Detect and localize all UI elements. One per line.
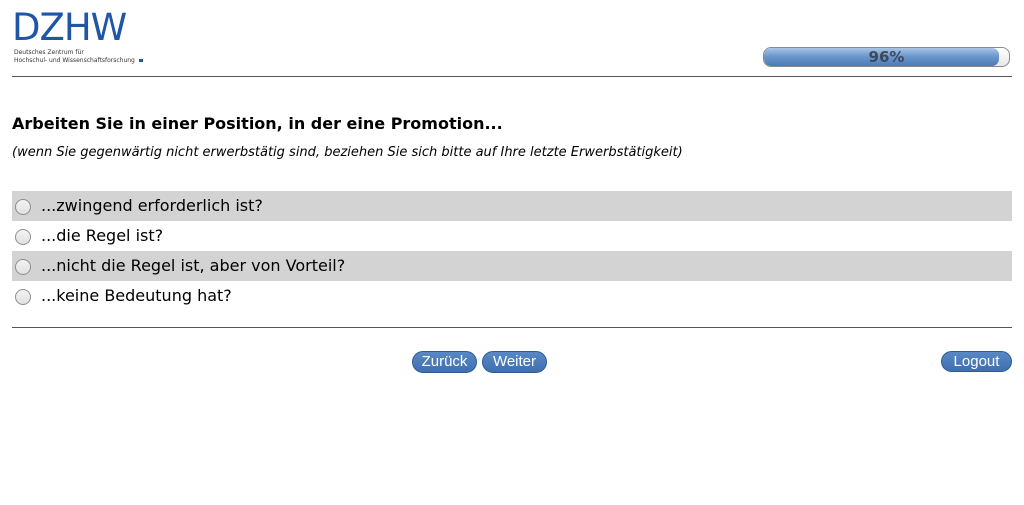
dzhw-logo: DZHW Deutsches Zentrum für Hochschul- un… (12, 8, 152, 70)
logo-subtitle-line2-text: Hochschul- und Wissenschaftsforschung (14, 57, 135, 64)
radio-button[interactable] (15, 259, 31, 275)
radio-button[interactable] (15, 229, 31, 245)
answer-option[interactable]: ...die Regel ist? (12, 221, 1012, 251)
footer-divider (12, 327, 1012, 328)
progress-bar: 96% (763, 47, 1010, 67)
logo-square-icon (138, 59, 143, 62)
answer-option-label[interactable]: ...keine Bedeutung hat? (41, 281, 232, 311)
survey-page: DZHW Deutsches Zentrum für Hochschul- un… (0, 0, 1024, 505)
answer-options: ...zwingend erforderlich ist? ...die Reg… (12, 191, 1012, 311)
logo-subtitle: Deutsches Zentrum für Hochschul- und Wis… (14, 49, 143, 65)
progress-label: 96% (868, 48, 905, 66)
radio-button[interactable] (15, 199, 31, 215)
logo-subtitle-line1: Deutsches Zentrum für (14, 49, 84, 56)
answer-option[interactable]: ...zwingend erforderlich ist? (12, 191, 1012, 221)
next-button[interactable]: Weiter (482, 351, 547, 373)
logout-button[interactable]: Logout (941, 351, 1012, 372)
logo-wordmark: DZHW (12, 6, 127, 49)
radio-button[interactable] (15, 289, 31, 305)
header-divider (12, 76, 1012, 77)
answer-option-label[interactable]: ...nicht die Regel ist, aber von Vorteil… (41, 251, 345, 281)
answer-option[interactable]: ...nicht die Regel ist, aber von Vorteil… (12, 251, 1012, 281)
logo-subtitle-line2: Hochschul- und Wissenschaftsforschung (14, 57, 143, 65)
answer-option-label[interactable]: ...zwingend erforderlich ist? (41, 191, 263, 221)
answer-option[interactable]: ...keine Bedeutung hat? (12, 281, 1012, 311)
back-button[interactable]: Zurück (412, 351, 477, 373)
question-title: Arbeiten Sie in einer Position, in der e… (12, 114, 503, 133)
question-hint: (wenn Sie gegenwärtig nicht erwerbstätig… (12, 145, 683, 160)
answer-option-label[interactable]: ...die Regel ist? (41, 221, 163, 251)
